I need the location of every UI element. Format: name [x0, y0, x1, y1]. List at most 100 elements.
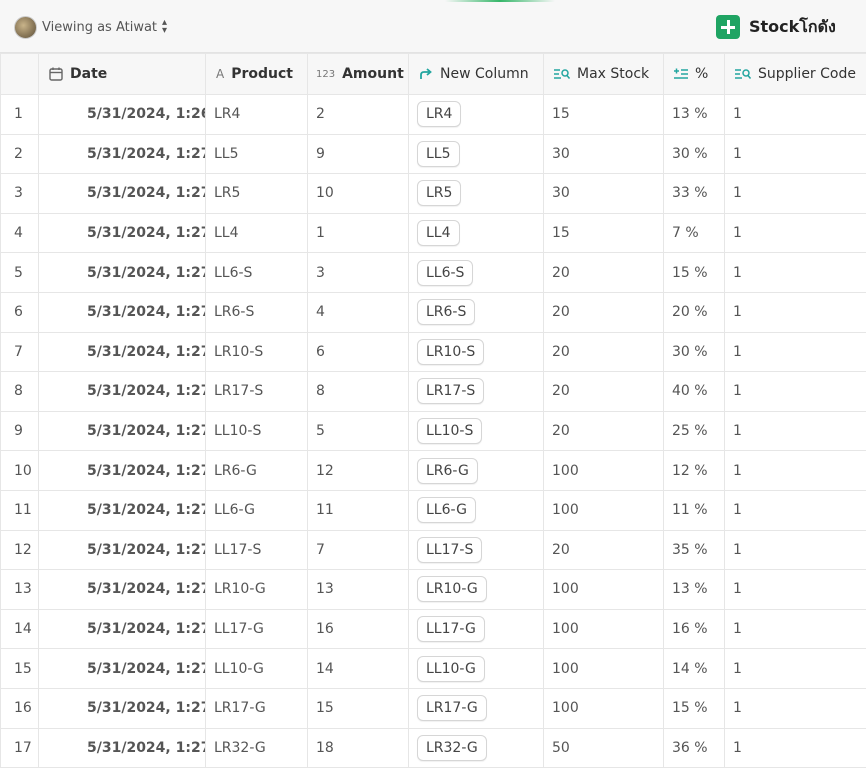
row-number[interactable]: 9	[1, 411, 39, 451]
relation-chip[interactable]: LR10-G	[417, 576, 487, 602]
date-cell[interactable]: 5/31/2024, 1:27 PM	[39, 292, 206, 332]
table-row[interactable]: 135/31/2024, 1:27 PMLR10-G13LR10-G10013 …	[1, 570, 866, 610]
relation-chip[interactable]: LR4	[417, 101, 461, 127]
row-number[interactable]: 4	[1, 213, 39, 253]
new-column-cell[interactable]: LR17-G	[409, 688, 544, 728]
product-cell[interactable]: LR10-S	[206, 332, 308, 372]
max-stock-cell[interactable]: 20	[544, 332, 664, 372]
relation-chip[interactable]: LR5	[417, 180, 461, 206]
max-stock-cell[interactable]: 30	[544, 174, 664, 214]
table-row[interactable]: 95/31/2024, 1:27 PMLL10-S5LL10-S2025 %1	[1, 411, 866, 451]
product-cell[interactable]: LL6-S	[206, 253, 308, 293]
product-cell[interactable]: LL10-S	[206, 411, 308, 451]
table-row[interactable]: 45/31/2024, 1:27 PMLL41LL4157 %1	[1, 213, 866, 253]
new-column-cell[interactable]: LR4	[409, 95, 544, 135]
relation-chip[interactable]: LL17-G	[417, 616, 485, 642]
relation-chip[interactable]: LL6-G	[417, 497, 476, 523]
percent-cell[interactable]: 20 %	[664, 292, 725, 332]
date-cell[interactable]: 5/31/2024, 1:27 PM	[39, 411, 206, 451]
new-column-cell[interactable]: LR10-S	[409, 332, 544, 372]
max-stock-cell[interactable]: 20	[544, 411, 664, 451]
supplier-code-cell[interactable]: 1	[725, 490, 866, 530]
supplier-code-cell[interactable]: 1	[725, 609, 866, 649]
supplier-code-cell[interactable]: 1	[725, 451, 866, 491]
max-stock-cell[interactable]: 100	[544, 649, 664, 689]
new-column-cell[interactable]: LR17-S	[409, 372, 544, 412]
percent-cell[interactable]: 13 %	[664, 570, 725, 610]
product-cell[interactable]: LR4	[206, 95, 308, 135]
column-header-product[interactable]: A Product	[206, 54, 308, 95]
new-column-cell[interactable]: LR10-G	[409, 570, 544, 610]
amount-cell[interactable]: 10	[308, 174, 409, 214]
row-number[interactable]: 14	[1, 609, 39, 649]
table-row[interactable]: 55/31/2024, 1:27 PMLL6-S3LL6-S2015 %1	[1, 253, 866, 293]
new-column-cell[interactable]: LL10-S	[409, 411, 544, 451]
date-cell[interactable]: 5/31/2024, 1:27 PM	[39, 174, 206, 214]
product-cell[interactable]: LR6-G	[206, 451, 308, 491]
relation-chip[interactable]: LL6-S	[417, 260, 473, 286]
amount-cell[interactable]: 13	[308, 570, 409, 610]
product-cell[interactable]: LR10-G	[206, 570, 308, 610]
product-cell[interactable]: LR6-S	[206, 292, 308, 332]
column-header-new-column[interactable]: New Column	[409, 54, 544, 95]
relation-chip[interactable]: LL10-G	[417, 656, 485, 682]
amount-cell[interactable]: 5	[308, 411, 409, 451]
percent-cell[interactable]: 35 %	[664, 530, 725, 570]
relation-chip[interactable]: LL4	[417, 220, 460, 246]
date-cell[interactable]: 5/31/2024, 1:27 PM	[39, 332, 206, 372]
relation-chip[interactable]: LL5	[417, 141, 460, 167]
new-column-cell[interactable]: LR5	[409, 174, 544, 214]
date-cell[interactable]: 5/31/2024, 1:27 PM	[39, 570, 206, 610]
relation-chip[interactable]: LR10-S	[417, 339, 484, 365]
percent-cell[interactable]: 30 %	[664, 134, 725, 174]
amount-cell[interactable]: 1	[308, 213, 409, 253]
product-cell[interactable]: LL5	[206, 134, 308, 174]
supplier-code-cell[interactable]: 1	[725, 372, 866, 412]
supplier-code-cell[interactable]: 1	[725, 253, 866, 293]
supplier-code-cell[interactable]: 1	[725, 292, 866, 332]
row-number[interactable]: 13	[1, 570, 39, 610]
amount-cell[interactable]: 12	[308, 451, 409, 491]
new-column-cell[interactable]: LR6-S	[409, 292, 544, 332]
relation-chip[interactable]: LL17-S	[417, 537, 482, 563]
row-number[interactable]: 5	[1, 253, 39, 293]
row-number[interactable]: 6	[1, 292, 39, 332]
max-stock-cell[interactable]: 15	[544, 95, 664, 135]
supplier-code-cell[interactable]: 1	[725, 411, 866, 451]
percent-cell[interactable]: 30 %	[664, 332, 725, 372]
supplier-code-cell[interactable]: 1	[725, 213, 866, 253]
product-cell[interactable]: LL10-G	[206, 649, 308, 689]
row-number[interactable]: 12	[1, 530, 39, 570]
date-cell[interactable]: 5/31/2024, 1:27 PM	[39, 253, 206, 293]
date-cell[interactable]: 5/31/2024, 1:26 PM	[39, 95, 206, 135]
table-row[interactable]: 85/31/2024, 1:27 PMLR17-S8LR17-S2040 %1	[1, 372, 866, 412]
max-stock-cell[interactable]: 20	[544, 372, 664, 412]
column-header-supplier-code[interactable]: Supplier Code	[725, 54, 866, 95]
product-cell[interactable]: LL17-S	[206, 530, 308, 570]
percent-cell[interactable]: 13 %	[664, 95, 725, 135]
new-column-cell[interactable]: LL17-G	[409, 609, 544, 649]
amount-cell[interactable]: 4	[308, 292, 409, 332]
date-cell[interactable]: 5/31/2024, 1:27 PM	[39, 649, 206, 689]
row-number[interactable]: 10	[1, 451, 39, 491]
row-number[interactable]: 15	[1, 649, 39, 689]
product-cell[interactable]: LR5	[206, 174, 308, 214]
product-cell[interactable]: LR17-G	[206, 688, 308, 728]
amount-cell[interactable]: 15	[308, 688, 409, 728]
column-header-amount[interactable]: 123 Amount	[308, 54, 409, 95]
table-row[interactable]: 25/31/2024, 1:27 PMLL59LL53030 %1	[1, 134, 866, 174]
max-stock-cell[interactable]: 100	[544, 490, 664, 530]
max-stock-cell[interactable]: 100	[544, 609, 664, 649]
amount-cell[interactable]: 2	[308, 95, 409, 135]
product-cell[interactable]: LL6-G	[206, 490, 308, 530]
amount-cell[interactable]: 14	[308, 649, 409, 689]
percent-cell[interactable]: 33 %	[664, 174, 725, 214]
supplier-code-cell[interactable]: 1	[725, 174, 866, 214]
date-cell[interactable]: 5/31/2024, 1:27 PM	[39, 213, 206, 253]
max-stock-cell[interactable]: 20	[544, 253, 664, 293]
table-row[interactable]: 65/31/2024, 1:27 PMLR6-S4LR6-S2020 %1	[1, 292, 866, 332]
supplier-code-cell[interactable]: 1	[725, 649, 866, 689]
new-column-cell[interactable]: LL4	[409, 213, 544, 253]
amount-cell[interactable]: 16	[308, 609, 409, 649]
amount-cell[interactable]: 8	[308, 372, 409, 412]
